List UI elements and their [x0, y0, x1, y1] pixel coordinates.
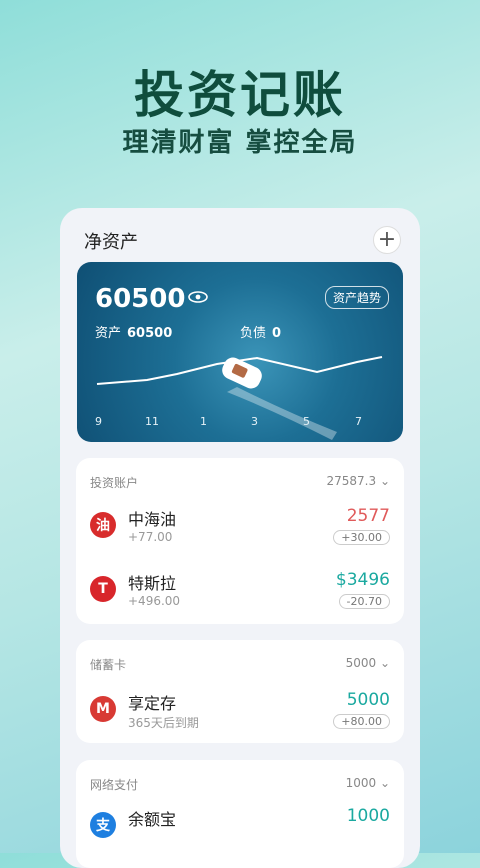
item-sub: 365天后到期: [128, 716, 199, 730]
debt-value: 0: [272, 326, 282, 341]
item-badge: -20.70: [338, 594, 390, 609]
x-tick: 3: [251, 415, 258, 428]
hero-subtitle: 理清财富 掌控全局: [122, 128, 358, 158]
payment-header: 网络支付: [90, 778, 139, 792]
plus-icon[interactable]: +: [373, 226, 401, 254]
item-name: 中海油: [128, 510, 177, 529]
item-name: 余额宝: [128, 810, 177, 829]
x-tick: 1: [200, 415, 207, 428]
item-value: 2577: [346, 506, 390, 526]
item-name: 特斯拉: [128, 574, 177, 593]
payment-total[interactable]: 1000 ⌄: [346, 776, 390, 790]
savings-header: 储蓄卡: [90, 658, 127, 672]
x-tick: 5: [303, 415, 310, 428]
cnooc-logo-icon: 油: [90, 512, 116, 538]
x-tick: 7: [355, 415, 362, 428]
list-item[interactable]: M 享定存 365天后到期 5000 +80.00: [90, 688, 390, 734]
item-badge: +30.00: [333, 530, 390, 545]
asset-value: 60500: [127, 326, 173, 341]
list-item[interactable]: 油 中海油 +77.00 2577 +30.00: [90, 504, 390, 550]
debt-label: 负债: [240, 326, 267, 341]
debt-row: 负债 0: [240, 322, 281, 341]
item-value: 1000: [346, 806, 390, 826]
item-value: 5000: [346, 690, 390, 710]
list-item[interactable]: T 特斯拉 +496.00 $3496 -20.70: [90, 568, 390, 614]
payment-card[interactable]: 网络支付 1000 ⌄ 支 余额宝 1000: [76, 760, 404, 868]
net-asset-panel: 净资产 + 60500 资产趋势 资产 60500 负债 0 9 11 1 3 5 …: [60, 208, 420, 868]
investment-card[interactable]: 投资账户 27587.3 ⌄ 油 中海油 +77.00 2577 +30.00 …: [76, 458, 404, 624]
x-tick: 11: [145, 415, 159, 428]
panel-title: 净资产: [84, 232, 138, 253]
hero-title: 投资记账: [134, 66, 346, 124]
item-change: +496.00: [128, 594, 181, 608]
savings-card[interactable]: 储蓄卡 5000 ⌄ M 享定存 365天后到期 5000 +80.00: [76, 640, 404, 743]
eye-icon[interactable]: [187, 290, 209, 304]
savings-total[interactable]: 5000 ⌄: [346, 656, 390, 670]
net-asset-value: 60500: [95, 284, 186, 314]
tesla-logo-icon: T: [90, 576, 116, 602]
cmb-logo-icon: M: [90, 696, 116, 722]
asset-row: 资产 60500: [95, 322, 172, 341]
item-badge: +80.00: [333, 714, 390, 729]
investment-header: 投资账户: [90, 476, 139, 490]
list-item[interactable]: 支 余额宝 1000: [90, 804, 390, 850]
item-change: +77.00: [128, 530, 173, 544]
asset-trend-button[interactable]: 资产趋势: [325, 286, 390, 309]
net-asset-card[interactable]: 60500 资产趋势 资产 60500 负债 0 9 11 1 3 5 7: [77, 262, 403, 442]
investment-total[interactable]: 27587.3 ⌄: [327, 474, 391, 488]
alipay-logo-icon: 支: [90, 812, 116, 838]
x-tick: 9: [95, 415, 102, 428]
asset-label: 资产: [95, 326, 122, 341]
item-name: 享定存: [128, 694, 177, 713]
item-value: $3496: [335, 570, 390, 590]
